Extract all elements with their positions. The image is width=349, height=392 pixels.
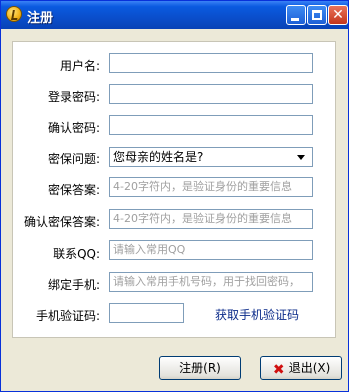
qq-input[interactable]: 请输入常用QQ [109,240,313,260]
window-title: 注册 [27,11,54,26]
sms-code-label: 手机验证码: [35,309,100,323]
register-button[interactable]: 注册(R) [159,356,241,380]
qq-label: 联系QQ: [53,247,100,261]
get-sms-code-link[interactable]: 获取手机验证码 [215,306,299,323]
chevron-down-icon[interactable] [297,155,305,160]
close-button[interactable]: ✕ [328,5,348,25]
security-answer-label: 密保答案: [47,183,100,197]
app-logo-icon [6,6,22,22]
phone-label: 绑定手机: [47,278,100,292]
phone-input[interactable]: 请输入常用手机号码，用于找回密码， [109,272,313,292]
security-question-label: 密保问题: [47,152,100,166]
confirm-password-label: 确认密码: [47,121,100,135]
register-window: 注册 ✕ 用户名: 登录密码: 确认密码: 密保问题: 您母亲的姓名是? 密保答… [0,0,349,392]
username-input[interactable] [109,53,313,73]
exit-button[interactable]: ✖ 退出(X) [260,356,342,380]
maximize-icon [312,10,322,20]
x-mark-icon: ✖ [272,362,285,378]
confirm-security-answer-input[interactable]: 4-20字符内，是验证身份的重要信息 [109,209,313,229]
security-question-value: 您母亲的姓名是? [113,150,204,164]
confirm-security-answer-label: 确认密保答案: [23,215,100,229]
password-input[interactable] [109,84,313,104]
sms-code-input[interactable] [109,303,184,323]
exit-button-label: 退出(X) [288,361,331,375]
security-question-select[interactable]: 您母亲的姓名是? [109,147,313,167]
close-icon: ✕ [332,7,344,23]
confirm-password-input[interactable] [109,115,313,135]
minimize-icon [291,18,299,21]
minimize-button[interactable] [286,5,306,25]
security-answer-input[interactable]: 4-20字符内，是验证身份的重要信息 [109,177,313,197]
password-label: 登录密码: [47,90,100,104]
username-label: 用户名: [59,59,100,73]
title-bar[interactable]: 注册 ✕ [1,1,348,29]
maximize-button[interactable] [307,5,327,25]
